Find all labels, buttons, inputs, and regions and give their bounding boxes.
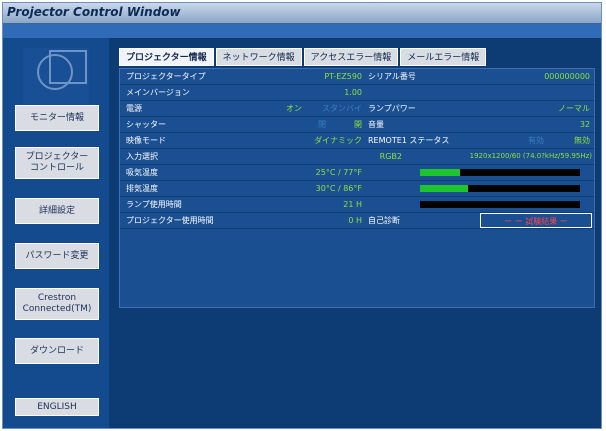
remote-invalid-value: 無効 bbox=[574, 136, 590, 145]
self-diagnosis-box[interactable]: ー ー 試験結果 ー bbox=[480, 213, 592, 228]
row-picture-mode: 映像モード ダイナミック REMOTE1 ステータス 有効 無効 bbox=[120, 133, 594, 149]
sidebar-item-change-password[interactable]: パスワード変更 bbox=[15, 243, 99, 269]
row-projector-type: プロジェクタータイプ PT-EZ590 シリアル番号 000000000 bbox=[120, 69, 594, 85]
volume-value: 32 bbox=[579, 120, 590, 129]
projector-hours-value: 0 H bbox=[348, 216, 362, 225]
projector-type-value: PT-EZ590 bbox=[324, 72, 362, 81]
lamp-hours-bar bbox=[420, 201, 580, 208]
shutter-label: シャッター bbox=[126, 120, 166, 129]
self-diagnosis-label: 自己診断 bbox=[368, 216, 400, 225]
sidebar-item-download[interactable]: ダウンロード bbox=[15, 338, 99, 364]
row-intake-temp: 吸気温度 25°C / 77°F bbox=[120, 165, 594, 181]
remote-valid-value: 有効 bbox=[528, 136, 544, 145]
lamp-power-value: ノーマル bbox=[558, 104, 590, 113]
tab-network-info[interactable]: ネットワーク情報 bbox=[215, 48, 302, 66]
projector-control-window: Projector Control Window モニター情報 プロジェクター … bbox=[2, 2, 602, 429]
projector-hours-label: プロジェクター使用時間 bbox=[126, 216, 214, 225]
projector-logo-icon bbox=[23, 48, 89, 104]
signal-value: 1920x1200/60 (74.0?kHz/59.95Hz) bbox=[469, 152, 592, 160]
power-standby-value: スタンバイ bbox=[322, 104, 362, 113]
row-shutter: シャッター 閉 開 音量 32 bbox=[120, 117, 594, 133]
power-on-value: オン bbox=[286, 104, 302, 113]
main-version-label: メインバージョン bbox=[126, 88, 190, 97]
shutter-open-value: 開 bbox=[354, 120, 362, 129]
logo-square bbox=[49, 50, 87, 84]
english-button[interactable]: ENGLISH bbox=[15, 398, 99, 416]
sidebar-item-projector-control[interactable]: プロジェクター コントロール bbox=[15, 147, 99, 179]
lamp-hours-value: 21 H bbox=[343, 200, 362, 209]
remote-status-label: REMOTE1 ステータス bbox=[368, 136, 450, 145]
picture-mode-value: ダイナミック bbox=[314, 136, 362, 145]
intake-temp-bar bbox=[420, 169, 580, 176]
title-bar: Projector Control Window bbox=[3, 3, 601, 24]
intake-temp-value: 25°C / 77°F bbox=[315, 168, 362, 177]
sidebar-item-detailed-settings[interactable]: 詳細設定 bbox=[15, 198, 99, 224]
exhaust-temp-label: 排気温度 bbox=[126, 184, 158, 193]
main-version-value: 1.00 bbox=[344, 88, 362, 97]
row-power: 電源 オン スタンバイ ランプパワー ノーマル bbox=[120, 101, 594, 117]
sidebar: モニター情報 プロジェクター コントロール 詳細設定 パスワード変更 Crest… bbox=[3, 38, 109, 428]
tab-mail-error-info[interactable]: メールエラー情報 bbox=[400, 48, 487, 66]
lamp-power-label: ランプパワー bbox=[368, 104, 416, 113]
main-content: プロジェクター情報 ネットワーク情報 アクセスエラー情報 メールエラー情報 プロ… bbox=[109, 38, 601, 428]
self-diagnosis-value: ー ー 試験結果 ー bbox=[504, 217, 568, 226]
window-title: Projector Control Window bbox=[7, 5, 181, 19]
sidebar-item-monitor-info[interactable]: モニター情報 bbox=[15, 105, 99, 131]
row-input: 入力選択 RGB2 1920x1200/60 (74.0?kHz/59.95Hz… bbox=[120, 149, 594, 165]
power-label: 電源 bbox=[126, 104, 142, 113]
serial-number-value: 000000000 bbox=[544, 72, 590, 81]
serial-number-label: シリアル番号 bbox=[368, 72, 416, 81]
row-projector-hours: プロジェクター使用時間 0 H 自己診断 ー ー 試験結果 ー bbox=[120, 213, 594, 229]
tab-access-error-info[interactable]: アクセスエラー情報 bbox=[303, 48, 399, 66]
row-main-version: メインバージョン 1.00 bbox=[120, 85, 594, 101]
exhaust-temp-bar-fill bbox=[420, 185, 468, 192]
intake-temp-label: 吸気温度 bbox=[126, 168, 158, 177]
sidebar-item-crestron-connected[interactable]: Crestron Connected(TM) bbox=[15, 288, 99, 320]
top-strip bbox=[3, 24, 601, 38]
projector-type-label: プロジェクタータイプ bbox=[126, 72, 206, 81]
shutter-closed-value: 閉 bbox=[318, 120, 326, 129]
exhaust-temp-value: 30°C / 86°F bbox=[315, 184, 362, 193]
volume-label: 音量 bbox=[368, 120, 384, 129]
picture-mode-label: 映像モード bbox=[126, 136, 166, 145]
input-label: 入力選択 bbox=[126, 152, 158, 161]
tab-projector-info[interactable]: プロジェクター情報 bbox=[119, 48, 214, 66]
tab-bar: プロジェクター情報 ネットワーク情報 アクセスエラー情報 メールエラー情報 bbox=[119, 48, 487, 66]
input-value: RGB2 bbox=[379, 152, 402, 161]
lamp-hours-label: ランプ使用時間 bbox=[126, 200, 182, 209]
intake-temp-bar-fill bbox=[420, 169, 460, 176]
row-lamp-hours: ランプ使用時間 21 H bbox=[120, 197, 594, 213]
exhaust-temp-bar bbox=[420, 185, 580, 192]
row-exhaust-temp: 排気温度 30°C / 86°F bbox=[120, 181, 594, 197]
projector-info-panel: プロジェクタータイプ PT-EZ590 シリアル番号 000000000 メイン… bbox=[119, 68, 595, 308]
